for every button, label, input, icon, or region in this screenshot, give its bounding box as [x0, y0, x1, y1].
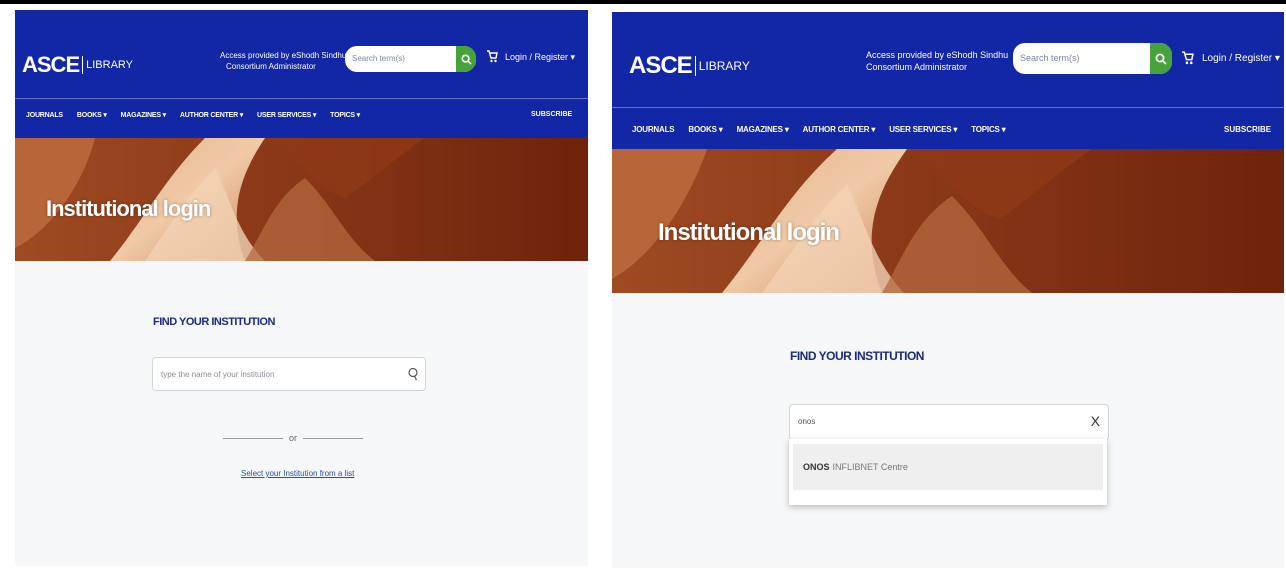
nav-magazines[interactable]: MAGAZINES ▾ — [121, 111, 166, 119]
header-divider — [612, 107, 1284, 108]
login-register-menu[interactable]: Login / Register ▾ — [1202, 53, 1280, 64]
asce-library-logo[interactable]: ASCE LIBRARY — [22, 52, 133, 78]
asce-library-logo[interactable]: ASCE LIBRARY — [629, 52, 750, 80]
hero-banner: Institutional login — [612, 149, 1284, 293]
access-line-1: Access provided by eShodh Sindhu — [866, 50, 1009, 60]
logo-library: LIBRARY — [698, 59, 750, 73]
nav-topics[interactable]: TOPICS ▾ — [330, 111, 360, 119]
nav-user-services[interactable]: USER SERVICES ▾ — [889, 125, 957, 134]
site-header: ASCE LIBRARY Access provided by eShodh S… — [15, 10, 588, 138]
search-icon[interactable] — [407, 367, 419, 381]
or-text: or — [289, 433, 298, 443]
nav-author-center[interactable]: AUTHOR CENTER ▾ — [803, 125, 876, 134]
institution-search-field[interactable]: type the name of your institution — [152, 357, 426, 391]
main-nav: JOURNALS BOOKS ▾ MAGAZINES ▾ AUTHOR CENT… — [26, 111, 374, 120]
header-search-input[interactable]: Search term(s) — [1020, 53, 1080, 63]
or-line-right — [303, 437, 364, 439]
header-search-button[interactable] — [1150, 43, 1172, 74]
header-search-box[interactable]: Search term(s) — [1013, 43, 1172, 74]
or-line-left — [223, 437, 283, 439]
clear-icon[interactable]: X — [1091, 413, 1100, 429]
access-line-2: Consortium Administrator — [866, 62, 968, 72]
find-institution-heading: FIND YOUR INSTITUTION — [153, 316, 275, 328]
nav-journals[interactable]: JOURNALS — [632, 125, 675, 134]
logo-separator — [694, 56, 696, 76]
top-divider-line — [0, 0, 1286, 4]
header-divider — [15, 98, 588, 99]
screenshot-panel-before: ASCE LIBRARY Access provided by eShodh S… — [15, 10, 588, 566]
login-register-menu[interactable]: Login / Register ▾ — [505, 52, 575, 63]
access-line-1: Access provided by eShodh Sindhu — [220, 51, 347, 60]
nav-user-services[interactable]: USER SERVICES ▾ — [257, 111, 316, 119]
institution-suggestions-dropdown: ONOS INFLIBNET Centre — [789, 439, 1107, 505]
institution-search-field[interactable]: onos X — [789, 404, 1109, 441]
select-institution-list-link[interactable]: Select your Institution from a list — [241, 469, 354, 478]
or-separator: or — [223, 433, 364, 443]
suggestion-item[interactable]: ONOS INFLIBNET Centre — [793, 444, 1103, 490]
logo-library: LIBRARY — [86, 59, 133, 71]
page-title: Institutional login — [46, 196, 211, 221]
logo-separator — [82, 56, 84, 74]
institution-search-input-value[interactable]: onos — [798, 417, 815, 426]
logo-asce: ASCE — [629, 52, 693, 79]
hero-banner: Institutional login — [15, 138, 588, 261]
search-icon — [1155, 53, 1167, 65]
nav-books[interactable]: BOOKS ▾ — [688, 125, 722, 134]
page-title: Institutional login — [658, 219, 840, 246]
nav-subscribe[interactable]: SUBSCRIBE — [531, 111, 572, 118]
institution-search-placeholder: type the name of your institution — [161, 370, 275, 379]
nav-journals[interactable]: JOURNALS — [26, 112, 63, 119]
cart-icon[interactable] — [1181, 51, 1194, 68]
logo-asce: ASCE — [22, 52, 80, 77]
header-search-button[interactable] — [456, 46, 476, 72]
access-provided-text: Access provided by eShodh Sindhu Consort… — [866, 49, 1008, 73]
search-icon — [460, 53, 472, 65]
access-provided-text: Access provided by eShodh Sindhu Consort… — [220, 50, 346, 72]
nav-topics[interactable]: TOPICS ▾ — [971, 125, 1005, 134]
header-search-box[interactable]: Search term(s) — [345, 46, 476, 72]
nav-magazines[interactable]: MAGAZINES ▾ — [737, 125, 789, 134]
find-institution-heading: FIND YOUR INSTITUTION — [790, 349, 924, 363]
suggestion-rest: INFLIBNET Centre — [832, 462, 908, 472]
main-nav: JOURNALS BOOKS ▾ MAGAZINES ▾ AUTHOR CENT… — [632, 125, 1020, 134]
cart-icon[interactable] — [486, 50, 498, 66]
nav-author-center[interactable]: AUTHOR CENTER ▾ — [180, 111, 243, 119]
nav-books[interactable]: BOOKS ▾ — [77, 111, 107, 119]
site-header: ASCE LIBRARY Access provided by eShodh S… — [612, 12, 1284, 149]
nav-subscribe[interactable]: SUBSCRIBE — [1224, 125, 1271, 134]
access-line-2: Consortium Administrator — [226, 62, 316, 71]
suggestion-match: ONOS — [803, 462, 830, 472]
header-search-input[interactable]: Search term(s) — [352, 54, 405, 63]
screenshot-panel-after: ASCE LIBRARY Access provided by eShodh S… — [612, 12, 1284, 568]
